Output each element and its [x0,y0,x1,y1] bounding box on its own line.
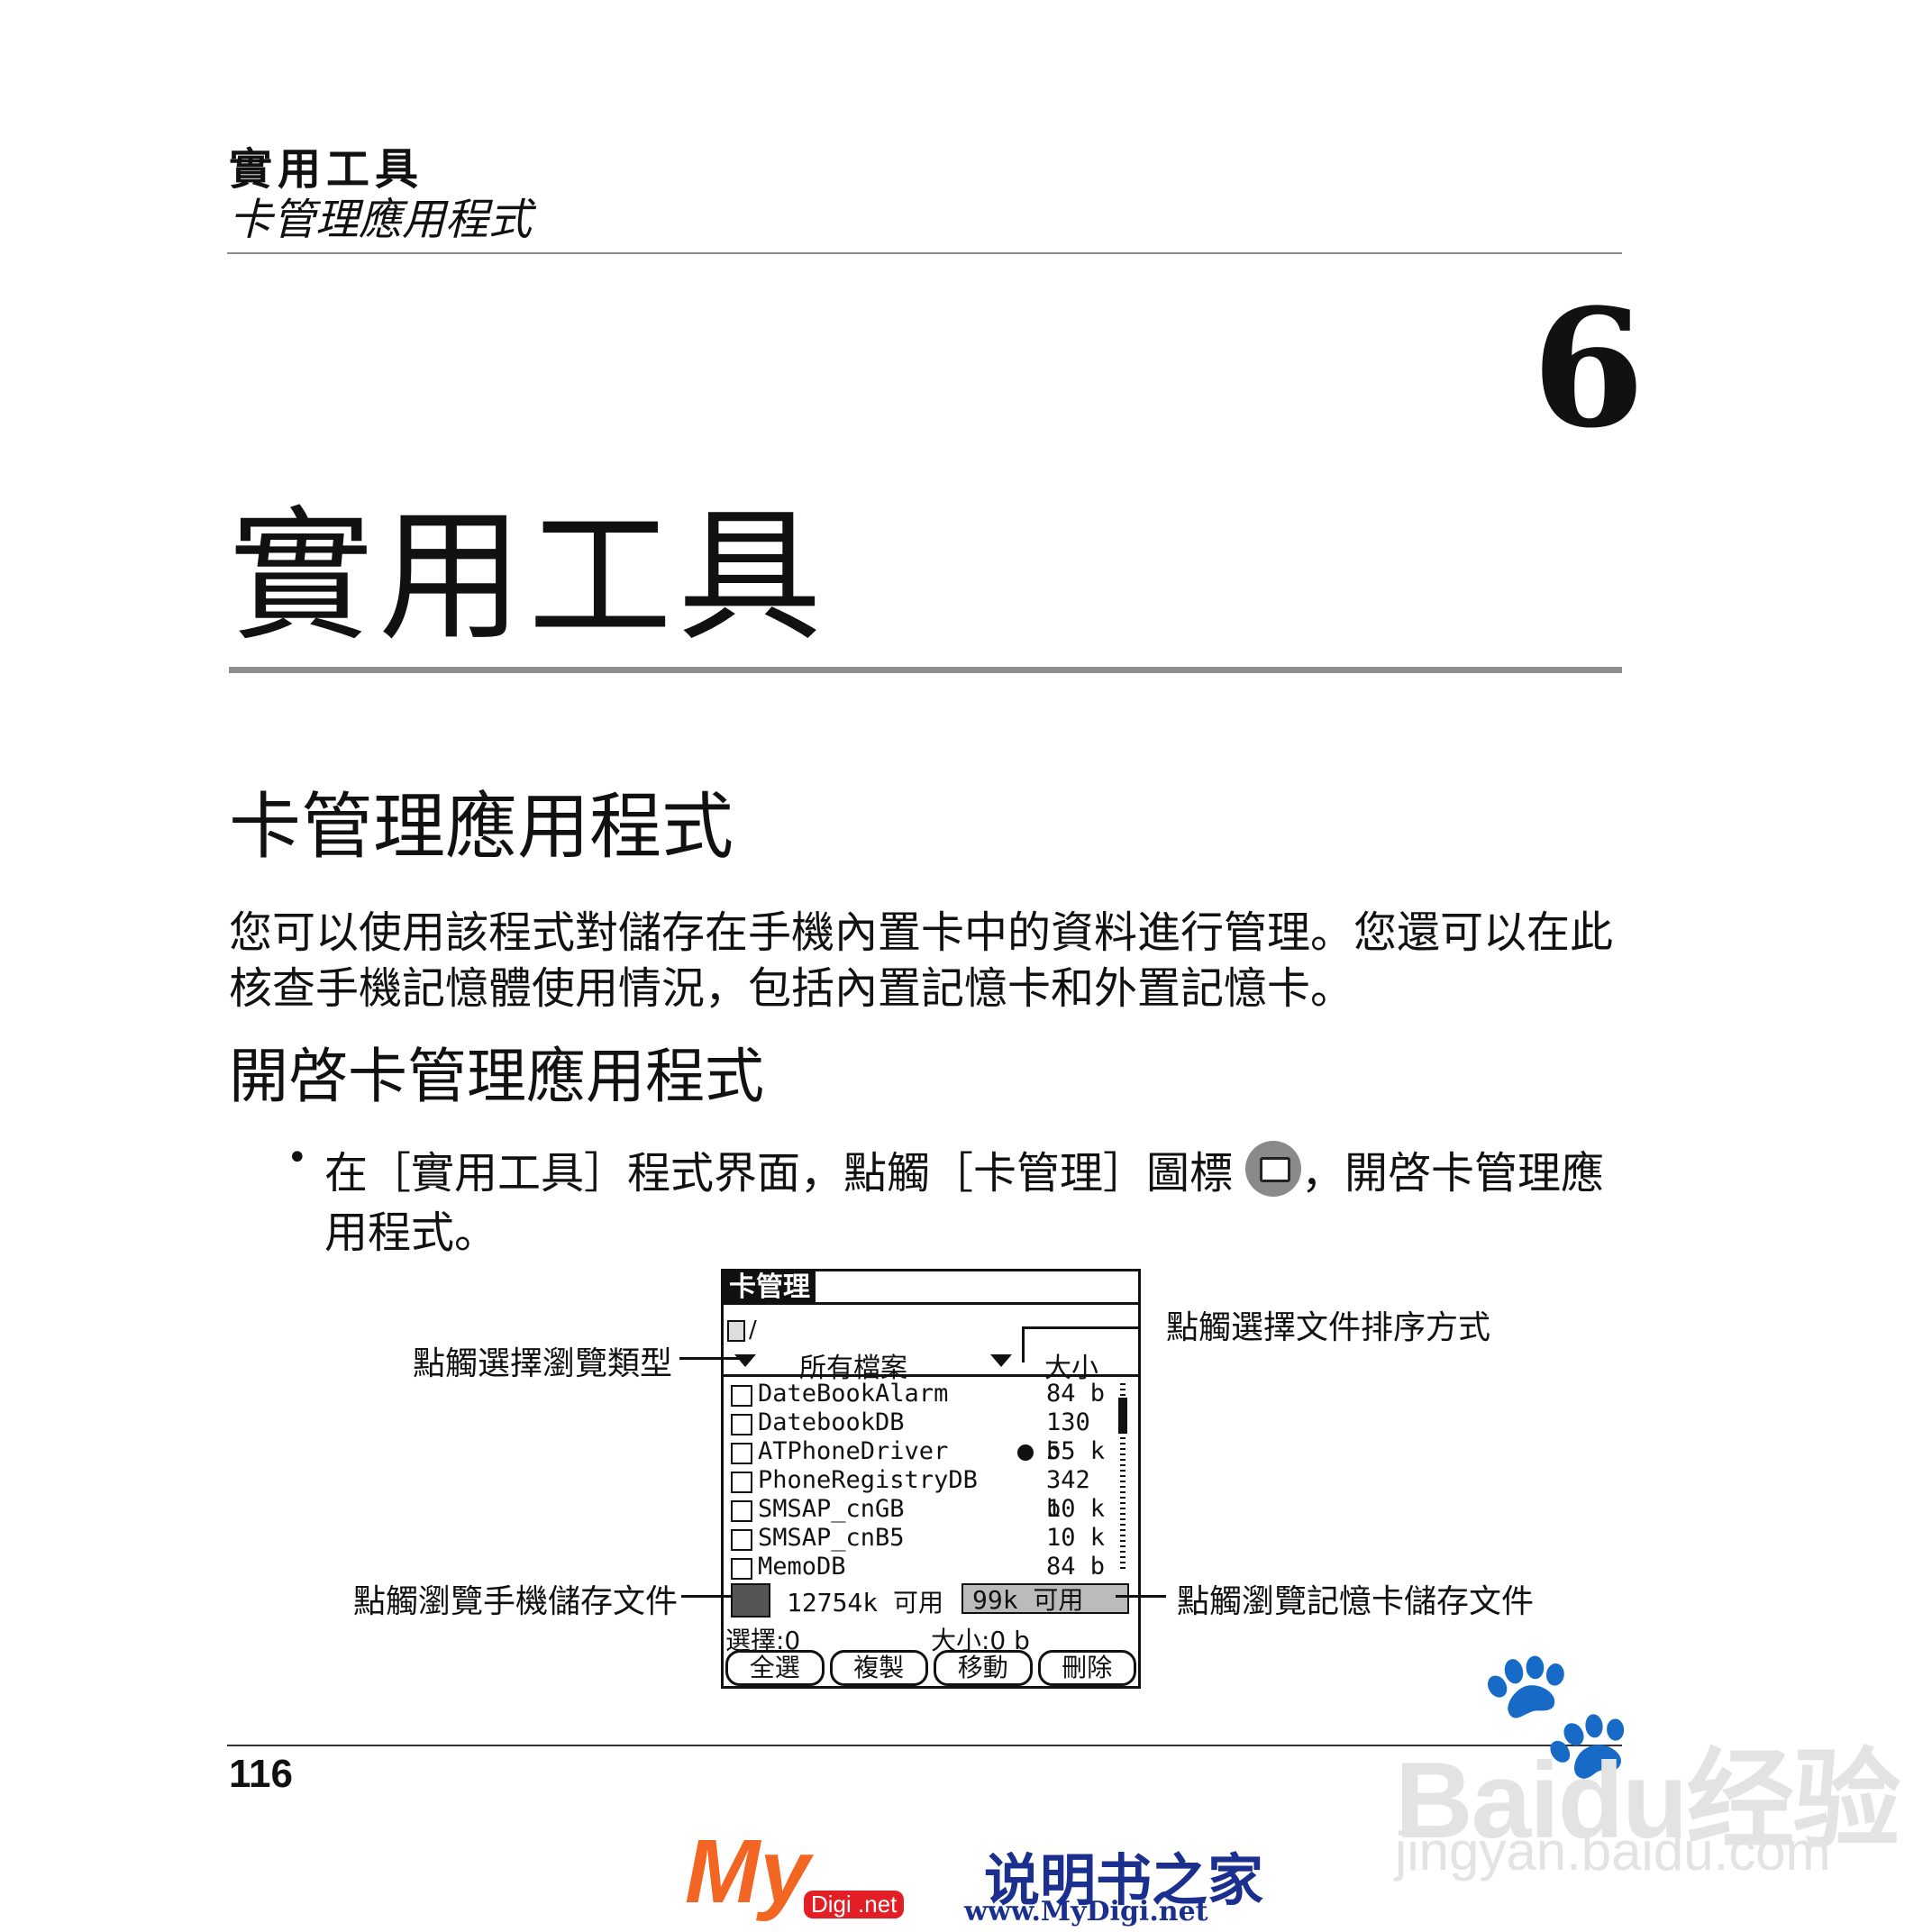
mydigi-url: www.MyDigi.net [964,1896,1208,1927]
callout-sort: 點觸選擇文件排序方式 [1166,1309,1491,1346]
baidu-url-watermark: jingyan.baidu.com [1395,1821,1831,1882]
column-header: 所有檔案 大小 [724,1345,1138,1384]
file-row[interactable]: MemoDB 84 b [731,1553,1109,1581]
title-underline [724,1302,1138,1305]
callout-line-view-type [679,1357,741,1360]
callout-view-type: 點觸選擇瀏覽類型 [413,1345,673,1382]
file-size: 84 b [1046,1380,1106,1408]
delete-button[interactable]: 刪除 [1037,1650,1136,1686]
path-indicator: / [727,1317,757,1344]
page-number: 116 [229,1752,293,1796]
file-row[interactable]: DateBookAlarm 84 b [731,1380,1109,1408]
chapter-divider [229,667,1622,673]
bullet-text-before-icon: 在［實用工具］程式界面，點觸［卡管理］圖標 [324,1148,1234,1198]
storage-bar: 12754k 可用 99k 可用 [724,1581,1138,1618]
file-list: DateBookAlarm 84 b DatebookDB 130 b ATPhoneD… [731,1380,1109,1581]
lock-icon [1017,1444,1034,1461]
callout-phone-storage: 點觸瀏覽手機儲存文件 [353,1583,679,1620]
file-name: SMSAP_cnB5 [758,1524,905,1552]
callout-line-sort-drop [1022,1326,1025,1362]
file-checkbox[interactable] [731,1385,752,1407]
callout-line-sort [1022,1326,1139,1329]
card-storage-button[interactable]: 99k 可用 [961,1583,1129,1615]
file-name: DateBookAlarm [758,1380,949,1408]
file-checkbox[interactable] [731,1500,752,1522]
chapter-number: 6 [1532,274,1645,464]
app-title-bar: 卡管理 [724,1271,816,1304]
file-row[interactable]: PhoneRegistryDB 342 b [731,1466,1109,1523]
file-checkbox[interactable] [731,1443,752,1464]
move-button[interactable]: 移動 [934,1650,1033,1686]
file-row[interactable]: SMSAP_cnGB 10 k [731,1495,1109,1524]
file-size: 10 k [1046,1495,1106,1523]
copy-button[interactable]: 複製 [829,1650,928,1686]
bullet-dot: • [287,1137,308,1179]
scrollbar-thumb[interactable] [1118,1398,1127,1434]
file-row[interactable]: SMSAP_cnB5 10 k [731,1524,1109,1553]
file-row[interactable]: ATPhoneDriver 55 k [731,1437,1109,1466]
file-name: MemoDB [758,1553,846,1581]
bullet-text-line1: 在［實用工具］程式界面，點觸［卡管理］圖標 ，開啓卡管理應 [324,1137,1604,1200]
phone-storage-button[interactable] [731,1583,770,1618]
running-header-subtitle: 卡管理應用程式 [229,195,533,245]
select-all-button[interactable]: 全選 [725,1650,825,1686]
action-buttons: 全選 複製 移動 刪除 [725,1650,1136,1686]
file-checkbox[interactable] [731,1558,752,1580]
file-name: SMSAP_cnGB [758,1495,905,1523]
path-text: / [749,1317,757,1344]
mydigi-badge: Digi .net [804,1891,905,1918]
file-row[interactable]: DatebookDB 130 b [731,1408,1109,1465]
folder-icon [727,1319,745,1342]
subsection-title: 開啓卡管理應用程式 [229,1042,764,1111]
bullet-text-line2: 用程式。 [324,1208,498,1258]
callout-line-phone [681,1595,732,1598]
chapter-title: 實用工具 [229,492,828,661]
header-divider [227,252,1622,254]
mydigi-logo: My [685,1821,810,1922]
sort-dropdown-arrow-icon[interactable] [990,1354,1012,1367]
file-name: DatebookDB [758,1408,905,1436]
card-manager-screenshot: 卡管理 / 所有檔案 大小 DateBookAlarm 84 b DatebookD… [721,1269,1141,1689]
callout-line-card [1116,1595,1166,1598]
file-size: 10 k [1046,1524,1106,1552]
file-size: 55 k [1046,1437,1106,1465]
card-manager-icon [1245,1141,1301,1197]
file-checkbox[interactable] [731,1472,752,1493]
phone-free-space: 12754k 可用 [787,1588,944,1618]
intro-paragraph: 您可以使用該程式對儲存在手機內置卡中的資料進行管理。您還可以在此核查手機記憶體使… [229,907,1614,1014]
file-size: 84 b [1046,1553,1106,1581]
callout-card-storage: 點觸瀏覽記憶卡儲存文件 [1177,1583,1535,1620]
bullet-text-after-icon: ，開啓卡管理應 [1301,1148,1605,1198]
file-checkbox[interactable] [731,1414,752,1435]
file-name: PhoneRegistryDB [758,1466,978,1494]
file-name: ATPhoneDriver [758,1437,949,1465]
section-title: 卡管理應用程式 [229,785,734,869]
file-checkbox[interactable] [731,1529,752,1551]
